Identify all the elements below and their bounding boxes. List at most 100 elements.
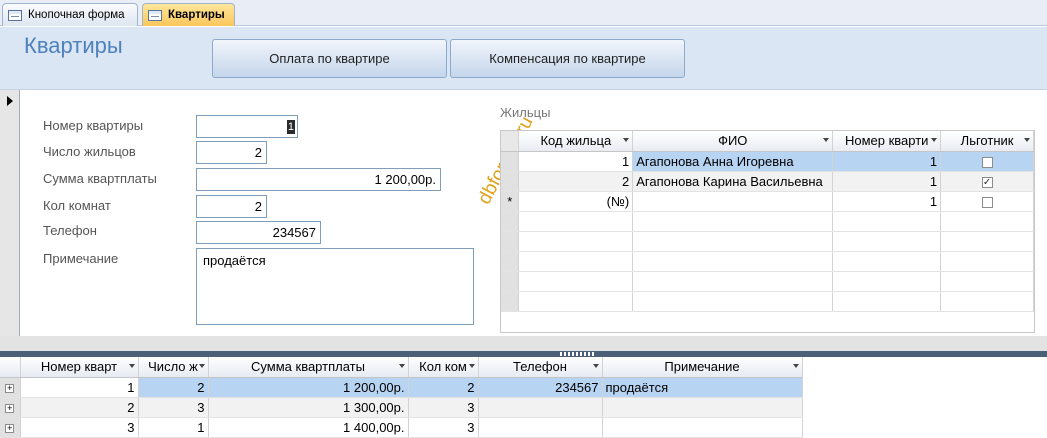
dropdown-arrow-icon[interactable]	[823, 138, 830, 142]
rooms-count-field[interactable]: 2	[196, 195, 267, 218]
cell-note[interactable]	[602, 417, 803, 438]
cell-resident-id[interactable]: 2	[518, 171, 634, 192]
cell-residents[interactable]: 2	[138, 377, 209, 398]
col-header-label: Код жильца	[540, 133, 612, 149]
col-header-label: ФИО	[718, 133, 748, 149]
document-tab-strip: Кнопочная форма Квартиры	[0, 0, 1047, 26]
checkbox-unchecked[interactable]	[981, 196, 993, 208]
cell-resident-id[interactable]: (№)	[518, 191, 634, 212]
cell-fio[interactable]	[632, 191, 834, 212]
rent-amount-label: Сумма квартплаты	[43, 171, 157, 186]
select-all-corner[interactable]	[501, 131, 520, 152]
phone-field[interactable]: 234567	[196, 221, 321, 244]
phone-label: Телефон	[43, 223, 97, 238]
table-row[interactable]: + 2 3 1 300,00р. 3	[0, 397, 803, 418]
dropdown-arrow-icon[interactable]	[198, 364, 205, 368]
select-all-corner[interactable]	[0, 357, 21, 378]
row-selector[interactable]	[501, 151, 520, 172]
cell-rooms[interactable]: 2	[408, 377, 479, 398]
cell-resident-id[interactable]: 1	[518, 151, 634, 172]
col-header-label: Кол ком	[419, 359, 467, 375]
col-header-resident-id[interactable]: Код жильца	[518, 131, 634, 152]
residents-count-field[interactable]: 2	[196, 141, 267, 164]
flats-datasheet[interactable]: Номер кварт Число ж Сумма квартплаты Кол…	[0, 357, 1047, 438]
expand-plus-icon[interactable]: +	[5, 423, 15, 433]
cell-flat-number[interactable]: 1	[20, 377, 139, 398]
dropdown-arrow-icon[interactable]	[128, 364, 135, 368]
note-field[interactable]: продаётся	[196, 248, 474, 325]
tab-flats[interactable]: Квартиры	[142, 3, 235, 26]
tab-switchboard[interactable]: Кнопочная форма	[2, 3, 138, 26]
dropdown-arrow-icon[interactable]	[623, 138, 630, 142]
dropdown-arrow-icon[interactable]	[931, 138, 938, 142]
record-selector[interactable]	[0, 90, 20, 336]
dropdown-arrow-icon[interactable]	[398, 364, 405, 368]
cell-fio[interactable]: Агапонова Анна Игоревна	[632, 151, 834, 172]
row-selector[interactable]	[501, 171, 520, 192]
checkbox-checked-icon[interactable]: ✓	[981, 176, 993, 188]
empty-row	[501, 251, 1034, 272]
cell-phone[interactable]: 234567	[478, 377, 603, 398]
col-header-note[interactable]: Примечание	[602, 357, 803, 378]
dropdown-arrow-icon[interactable]	[792, 364, 799, 368]
flat-number-value: 1	[286, 119, 295, 134]
cell-flat-number[interactable]: 1	[832, 191, 942, 212]
cell-phone[interactable]	[478, 397, 603, 418]
table-row[interactable]: 2 Агапонова Карина Васильевна 1 ✓	[501, 171, 1034, 192]
cell-fio[interactable]: Агапонова Карина Васильевна	[632, 171, 834, 192]
row-selector[interactable]: +	[0, 377, 21, 398]
col-header-label: Номер кварт	[40, 359, 118, 375]
expand-plus-icon[interactable]: +	[5, 383, 15, 393]
cell-benefit[interactable]: ✓	[940, 171, 1034, 192]
row-selector[interactable]: +	[0, 397, 21, 418]
current-record-arrow-icon	[7, 96, 13, 106]
rent-amount-field[interactable]: 1 200,00р.	[196, 168, 441, 191]
col-header-rent[interactable]: Сумма квартплаты	[208, 357, 409, 378]
table-row[interactable]: + 3 1 1 400,00р. 3	[0, 417, 803, 438]
cell-note[interactable]	[602, 397, 803, 418]
cell-rooms[interactable]: 3	[408, 397, 479, 418]
empty-row	[501, 271, 1034, 292]
cell-note[interactable]: продаётся	[602, 377, 803, 398]
form-icon	[8, 9, 22, 21]
subform-label: Жильцы	[500, 105, 551, 120]
cell-flat-number[interactable]: 1	[832, 151, 942, 172]
col-header-rooms[interactable]: Кол ком	[408, 357, 479, 378]
compensation-by-flat-button[interactable]: Компенсация по квартире	[450, 39, 685, 78]
table-row[interactable]: 1 Агапонова Анна Игоревна 1	[501, 151, 1034, 172]
cell-residents[interactable]: 3	[138, 397, 209, 418]
residents-count-label: Число жильцов	[43, 144, 136, 159]
col-header-label: Номер кварти	[844, 133, 929, 149]
table-row[interactable]: + 1 2 1 200,00р. 2 234567 продаётся	[0, 377, 803, 398]
cell-flat-number[interactable]: 2	[20, 397, 139, 418]
col-header-fio[interactable]: ФИО	[632, 131, 834, 152]
cell-benefit[interactable]	[940, 151, 1034, 172]
splitter-grip-icon[interactable]	[560, 352, 594, 356]
cell-residents[interactable]: 1	[138, 417, 209, 438]
col-header-flat-number[interactable]: Номер кварт	[20, 357, 139, 378]
col-header-benefit[interactable]: Льготник	[940, 131, 1034, 152]
payment-by-flat-button[interactable]: Оплата по квартире	[212, 39, 447, 78]
dropdown-arrow-icon[interactable]	[592, 364, 599, 368]
new-record-row[interactable]: * (№) 1	[501, 191, 1034, 212]
flat-number-field[interactable]: 1	[196, 115, 298, 138]
cell-rooms[interactable]: 3	[408, 417, 479, 438]
dropdown-arrow-icon[interactable]	[468, 364, 475, 368]
cell-rent[interactable]: 1 400,00р.	[208, 417, 409, 438]
cell-rent[interactable]: 1 200,00р.	[208, 377, 409, 398]
cell-flat-number[interactable]: 1	[832, 171, 942, 192]
cell-flat-number[interactable]: 3	[20, 417, 139, 438]
cell-phone[interactable]	[478, 417, 603, 438]
expand-plus-icon[interactable]: +	[5, 403, 15, 413]
col-header-phone[interactable]: Телефон	[478, 357, 603, 378]
col-header-flat-number[interactable]: Номер кварти	[832, 131, 942, 152]
cell-rent[interactable]: 1 300,00р.	[208, 397, 409, 418]
col-header-residents[interactable]: Число ж	[138, 357, 209, 378]
dropdown-arrow-icon[interactable]	[1024, 138, 1030, 142]
cell-benefit[interactable]	[940, 191, 1034, 212]
row-selector[interactable]: +	[0, 417, 21, 438]
form-footer-area	[0, 336, 1047, 351]
empty-row	[501, 231, 1034, 252]
checkbox-unchecked[interactable]	[981, 156, 993, 168]
residents-subform[interactable]: Код жильца ФИО Номер кварти Льготник 1 А…	[500, 130, 1035, 333]
